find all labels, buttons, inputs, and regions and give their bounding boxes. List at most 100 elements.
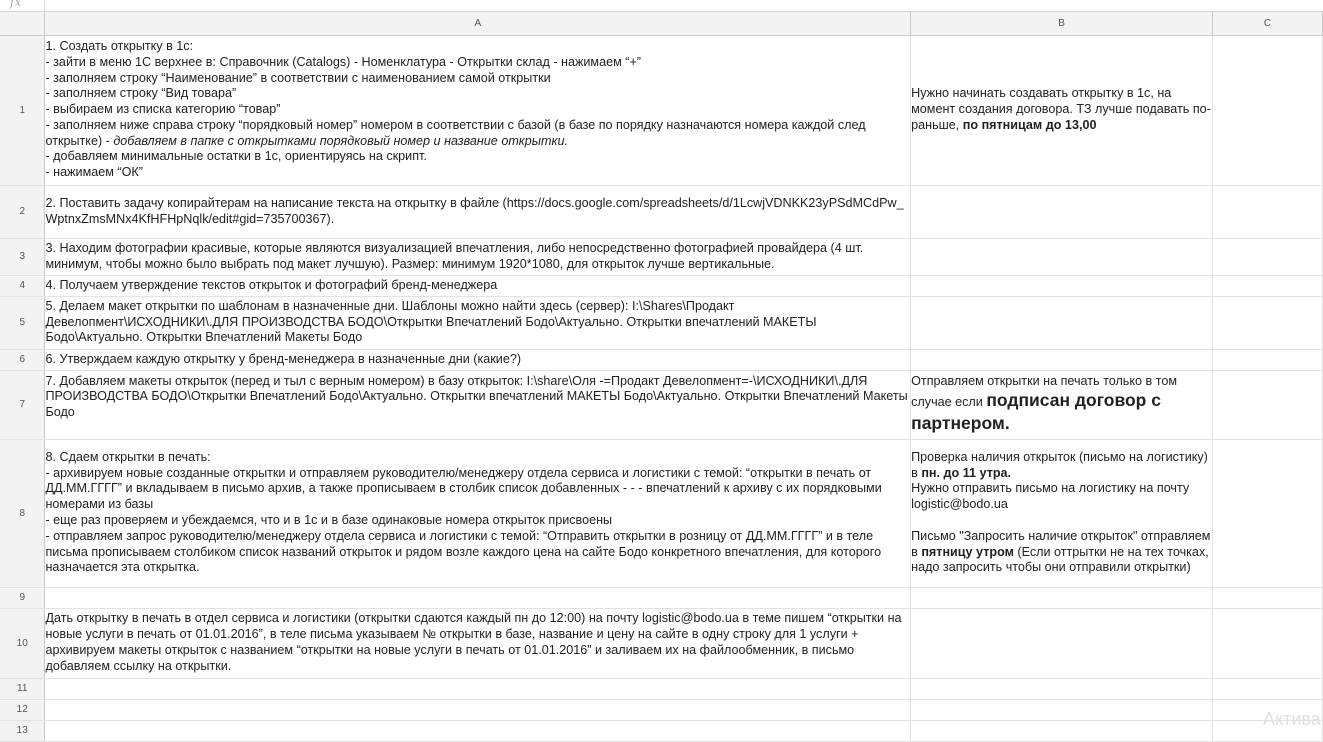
cell-line: 4. Получаем утверждение текстов открыток… (45, 277, 498, 292)
cell-b6[interactable] (910, 349, 1214, 371)
cell-c10[interactable] (1212, 608, 1323, 679)
cell-line: Проверка наличия открыток (письмо на лог… (911, 450, 1211, 482)
row-header-11[interactable]: 11 (0, 678, 46, 700)
table-row: 3 3. Находим фотографии красивые, которы… (0, 238, 1323, 276)
cell-line: 3. Находим фотографии красивые, которые … (45, 240, 864, 271)
cell-line: - еще раз проверяем и убеждаемся, что и … (45, 513, 613, 527)
cell-line: - архивируем новые созданные открытки и … (45, 465, 882, 512)
cell-line: 5. Делаем макет открытки по шаблонам в н… (45, 298, 817, 345)
cell-c7[interactable] (1212, 370, 1323, 440)
cell-line: 6. Утверждаем каждую открытку у бренд-ме… (45, 351, 522, 366)
formula-bar[interactable]: fx (0, 0, 1323, 12)
column-header-c[interactable]: C (1212, 12, 1323, 36)
formula-bar-divider (44, 0, 45, 11)
column-header-a[interactable]: A (44, 12, 912, 36)
cell-c8[interactable] (1212, 439, 1323, 588)
cell-a8[interactable]: 8. Сдаем открытки в печать: - архивируем… (44, 439, 912, 588)
cell-a4[interactable]: 4. Получаем утверждение текстов открыток… (44, 275, 912, 297)
row-header-1[interactable]: 1 (0, 35, 46, 186)
cell-line: 1. Создать открытку в 1с: (45, 38, 194, 53)
row-header-5[interactable]: 5 (0, 296, 46, 350)
cell-line: Нужно отправить письмо на логистику на п… (911, 481, 1190, 512)
cell-line: - добавляем минимальные остатки в 1с, ор… (45, 149, 427, 164)
table-row: 6 6. Утверждаем каждую открытку у бренд-… (0, 349, 1323, 371)
cell-line: - выбираем из списка категорию “товар” (45, 102, 281, 117)
select-all-corner[interactable] (0, 12, 46, 36)
cell-a5[interactable]: 5. Делаем макет открытки по шаблонам в н… (44, 296, 912, 350)
cell-b8[interactable]: Проверка наличия открыток (письмо на лог… (910, 439, 1214, 588)
cell-line: - нажимаем “ОК” (45, 165, 143, 180)
cell-line: Письмо "Запросить наличие открыток" отпр… (911, 529, 1211, 576)
column-header-b[interactable]: B (910, 12, 1214, 36)
cell-line: 8. Сдаем открытки в печать: (45, 449, 211, 464)
row-header-2[interactable]: 2 (0, 185, 46, 239)
fx-icon: fx (10, 0, 22, 9)
table-row: 10 Дать открытку в печать в отдел сервис… (0, 608, 1323, 679)
table-row: 7 7. Добавляем макеты открыток (перед и … (0, 370, 1323, 440)
cell-b5[interactable] (910, 296, 1214, 350)
cell-b9[interactable] (910, 587, 1214, 609)
row-header-12[interactable]: 12 (0, 699, 46, 721)
cell-b3[interactable] (910, 238, 1214, 276)
cell-a3[interactable]: 3. Находим фотографии красивые, которые … (44, 238, 912, 276)
cell-c5[interactable] (1212, 296, 1323, 350)
cell-line: - отправляем запрос руководителю/менедже… (45, 528, 882, 575)
cell-b2[interactable] (910, 185, 1214, 239)
cell-c2[interactable] (1212, 185, 1323, 239)
cell-b4[interactable] (910, 275, 1214, 297)
row-header-6[interactable]: 6 (0, 349, 46, 371)
cell-c3[interactable] (1212, 238, 1323, 276)
row-header-7[interactable]: 7 (0, 370, 46, 440)
row-header-4[interactable]: 4 (0, 275, 46, 297)
cell-line: - заполняем строку “Вид товара” (45, 86, 237, 101)
cell-c9[interactable] (1212, 587, 1323, 609)
table-row: 4 4. Получаем утверждение текстов открыт… (0, 275, 1323, 297)
cell-a1[interactable]: 1. Создать открытку в 1с: - зайти в меню… (44, 35, 912, 186)
activation-watermark: Активац (1263, 709, 1323, 729)
table-row: 2 2. Поставить задачу копирайтерам на на… (0, 185, 1323, 239)
cell-b10[interactable] (910, 608, 1214, 679)
cell-line: - заполняем строку “Наименование” в соот… (45, 70, 551, 85)
cell-c6[interactable] (1212, 349, 1323, 371)
cell-c11[interactable] (1212, 678, 1323, 700)
table-row: 11 (0, 678, 1323, 700)
cell-b11[interactable] (910, 678, 1214, 700)
table-row: 1 1. Создать открытку в 1с: - зайти в ме… (0, 35, 1323, 186)
cell-b13[interactable] (910, 720, 1214, 742)
cell-a13[interactable] (44, 720, 912, 742)
cell-b12[interactable] (910, 699, 1214, 721)
row-header-9[interactable]: 9 (0, 587, 46, 609)
row-header-3[interactable]: 3 (0, 238, 46, 276)
cell-line: - зайти в меню 1С верхнее в: Справочник … (45, 54, 642, 69)
cell-bold-text: пн. до 11 утра. (921, 465, 1012, 480)
row-header-13[interactable]: 13 (0, 720, 46, 742)
spreadsheet-grid: A B C 1 1. Создать открытку в 1с: - зайт… (0, 12, 1323, 742)
cell-italic-text: добавляем в папке с открытками порядковы… (113, 133, 568, 148)
cell-a11[interactable] (44, 678, 912, 700)
table-row: 13 (0, 720, 1323, 742)
cell-line: - заполняем ниже справа строку “порядков… (45, 118, 909, 150)
cell-blank-line (911, 513, 1211, 529)
cell-c1[interactable] (1212, 35, 1323, 186)
cell-a6[interactable]: 6. Утверждаем каждую открытку у бренд-ме… (44, 349, 912, 371)
cell-a10[interactable]: Дать открытку в печать в отдел сервиса и… (44, 608, 912, 679)
table-row: 9 (0, 587, 1323, 609)
cell-c4[interactable] (1212, 275, 1323, 297)
row-header-8[interactable]: 8 (0, 439, 46, 588)
cell-a12[interactable] (44, 699, 912, 721)
cell-b7[interactable]: Отправляем открытки на печать только в т… (910, 370, 1214, 440)
table-row: 12 (0, 699, 1323, 721)
column-header-row: A B C (0, 12, 1323, 36)
cell-line: 7. Добавляем макеты открыток (перед и ты… (45, 373, 908, 420)
cell-line: Дать открытку в печать в отдел сервиса и… (45, 611, 902, 673)
cell-a2[interactable]: 2. Поставить задачу копирайтерам на напи… (44, 185, 912, 239)
cell-bold-text: по пятницам до 13,00 (962, 117, 1097, 132)
cell-line: 2. Поставить задачу копирайтерам на напи… (45, 195, 904, 226)
table-row: 8 8. Сдаем открытки в печать: - архивиру… (0, 439, 1323, 588)
row-header-10[interactable]: 10 (0, 608, 46, 679)
table-row: 5 5. Делаем макет открытки по шаблонам в… (0, 296, 1323, 350)
cell-bold-text: пятницу утром (921, 544, 1014, 559)
cell-a7[interactable]: 7. Добавляем макеты открыток (перед и ты… (44, 370, 912, 440)
cell-b1[interactable]: Нужно начинать создавать открытку в 1с, … (910, 35, 1214, 186)
cell-a9[interactable] (44, 587, 912, 609)
